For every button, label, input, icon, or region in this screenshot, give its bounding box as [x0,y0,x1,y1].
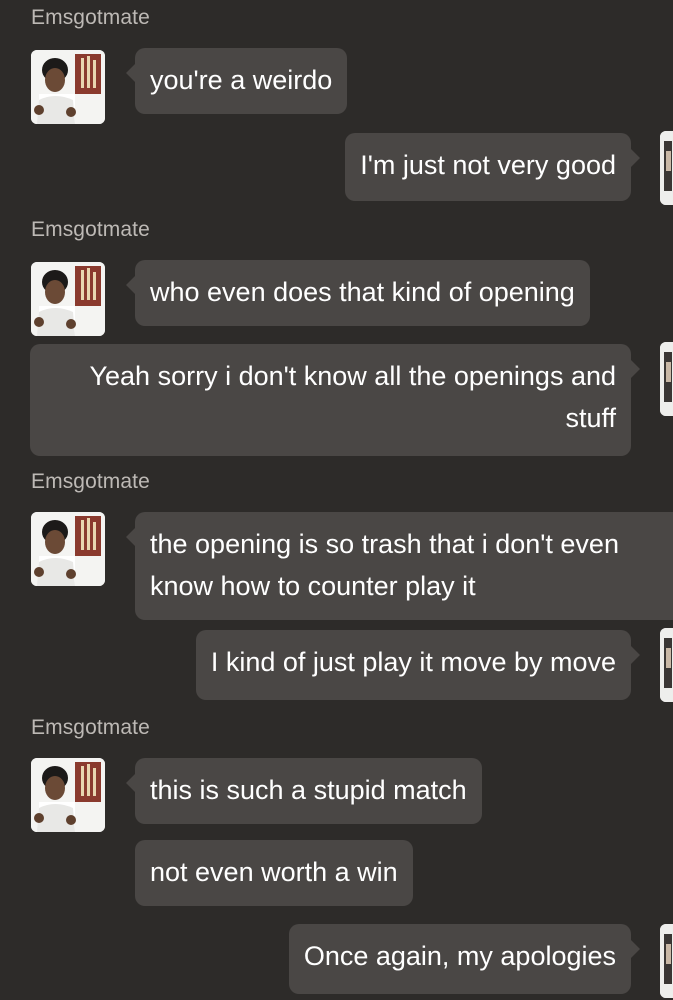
self-avatar[interactable] [660,924,673,998]
contact-avatar[interactable] [31,50,105,124]
sender-name: Emsgotmate [31,218,150,241]
contact-avatar[interactable] [31,512,105,586]
incoming-message[interactable]: who even does that kind of opening [126,260,590,326]
outgoing-message[interactable]: I'm just not very good [345,133,640,201]
self-avatar[interactable] [660,131,673,205]
sender-name: Emsgotmate [31,470,150,493]
sender-name: Emsgotmate [31,6,150,29]
incoming-message[interactable]: not even worth a win [135,840,413,906]
outgoing-message[interactable]: Once again, my apologies [288,924,641,994]
incoming-message[interactable]: the opening is so trash that i don't eve… [126,512,673,620]
contact-avatar[interactable] [31,758,105,832]
self-avatar[interactable] [660,342,673,416]
incoming-message[interactable]: this is such a stupid match [126,758,482,824]
contact-avatar[interactable] [31,262,105,336]
sender-name: Emsgotmate [31,716,150,739]
outgoing-message[interactable]: I kind of just play it move by move [195,630,641,700]
chat-thread[interactable]: Emsgotmate you're a weirdo I'm just not … [0,0,673,1000]
incoming-message[interactable]: you're a weirdo [125,48,348,114]
outgoing-message[interactable]: Yeah sorry i don't know all the openings… [30,344,640,456]
self-avatar[interactable] [660,628,673,702]
